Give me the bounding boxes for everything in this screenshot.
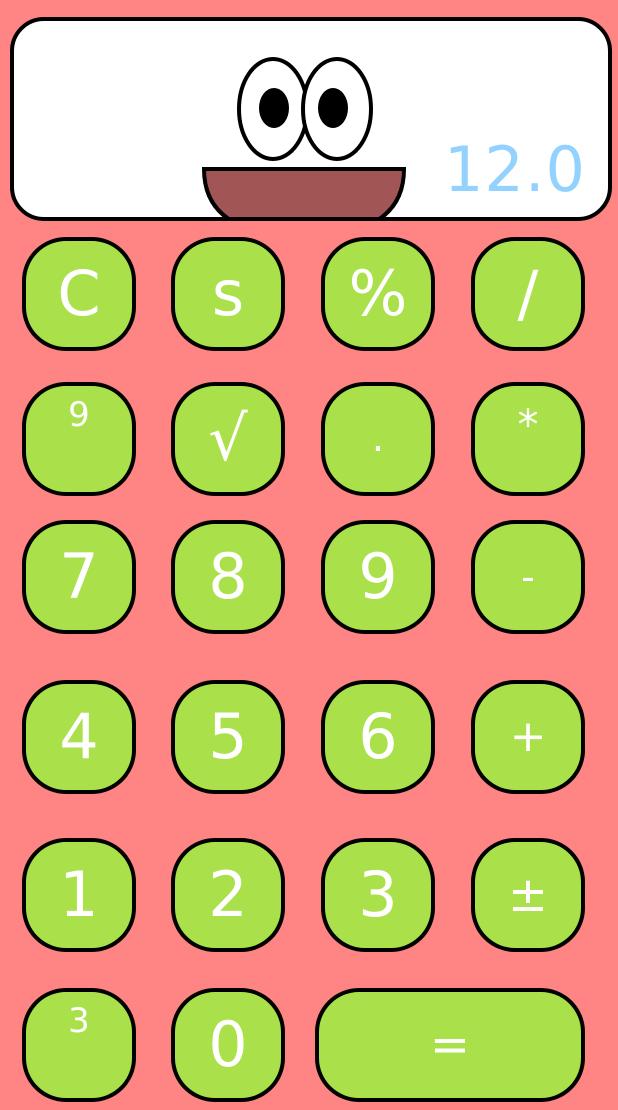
five-button[interactable]: 5 <box>171 680 285 794</box>
two-button[interactable]: 2 <box>171 838 285 952</box>
left-pupil <box>259 88 289 128</box>
six-button[interactable]: 6 <box>321 680 435 794</box>
equals-button[interactable]: = <box>315 988 585 1102</box>
zero-button[interactable]: 0 <box>171 988 285 1102</box>
s-button[interactable]: s <box>171 237 285 351</box>
calculator-display: 12.0 <box>10 17 612 221</box>
plus-minus-button[interactable]: ± <box>471 838 585 952</box>
one-button[interactable]: 1 <box>22 838 136 952</box>
divide-button[interactable]: / <box>471 237 585 351</box>
power-3-button[interactable]: 3 <box>22 988 136 1102</box>
display-readout: 12.0 <box>443 133 586 206</box>
clear-button[interactable]: C <box>22 237 136 351</box>
eight-button[interactable]: 8 <box>171 520 285 634</box>
square-root-button[interactable]: √ <box>171 382 285 496</box>
right-pupil <box>318 88 348 128</box>
multiply-button[interactable]: * <box>471 382 585 496</box>
nine-button[interactable]: 9 <box>321 520 435 634</box>
seven-button[interactable]: 7 <box>22 520 136 634</box>
three-button[interactable]: 3 <box>321 838 435 952</box>
decimal-button[interactable]: . <box>321 382 435 496</box>
four-button[interactable]: 4 <box>22 680 136 794</box>
smiley-face-icon <box>201 57 406 217</box>
power-9-button[interactable]: 9 <box>22 382 136 496</box>
plus-button[interactable]: + <box>471 680 585 794</box>
minus-button[interactable]: - <box>471 520 585 634</box>
percent-button[interactable]: % <box>321 237 435 351</box>
mouth <box>201 167 406 217</box>
